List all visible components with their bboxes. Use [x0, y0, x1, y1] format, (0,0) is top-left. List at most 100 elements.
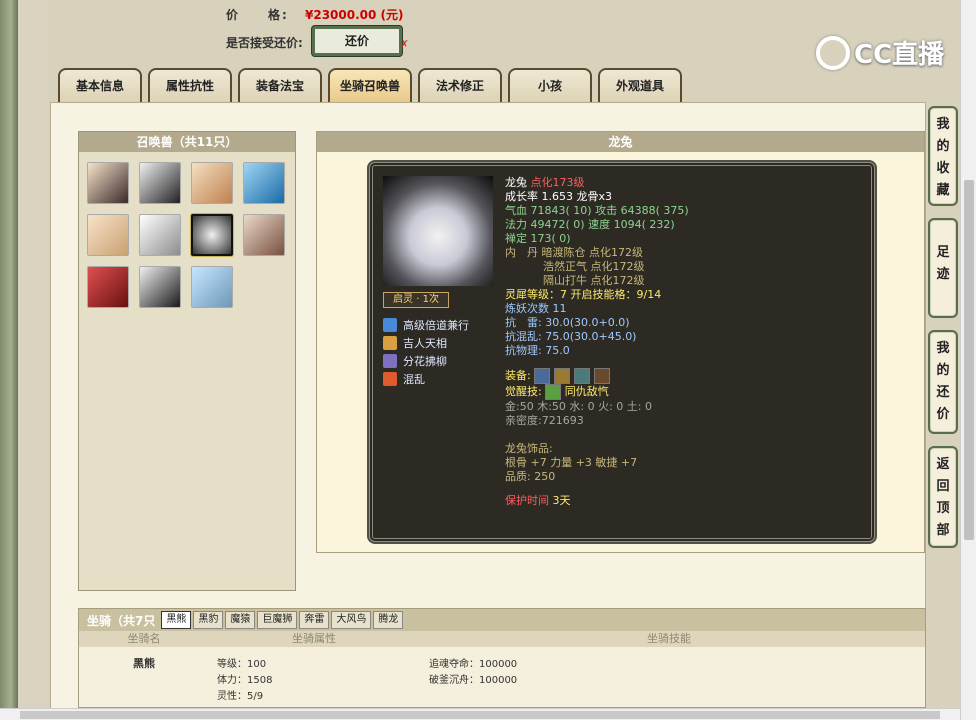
price-label: 价 格:	[226, 8, 289, 22]
skill-item[interactable]: 混乱	[383, 370, 469, 388]
scrollbar-thumb[interactable]	[964, 180, 974, 540]
history-label: 足迹	[936, 245, 950, 282]
intimacy: 亲密度:721693	[505, 414, 584, 427]
equip-icon[interactable]	[554, 368, 571, 384]
atk-label: 攻击	[595, 204, 618, 217]
tab-basic-info[interactable]: 基本信息	[58, 68, 142, 102]
left-frame-border	[0, 0, 18, 720]
summon-avatar[interactable]	[243, 214, 285, 256]
summon-avatar[interactable]	[87, 266, 129, 308]
mount-tab[interactable]: 魔猿	[225, 611, 256, 629]
summon-detail-panel: 龙兔 启灵 · 1次 高级倍道兼行 吉人天相 分花拂柳 混乱 龙兔 点化173级…	[316, 131, 925, 553]
skill-name: 分花拂柳	[403, 355, 447, 368]
summon-avatar[interactable]	[139, 162, 181, 204]
equip-icon[interactable]	[574, 368, 591, 384]
tab-spell-correction[interactable]: 法术修正	[418, 68, 502, 102]
skill-name: 吉人天相	[403, 337, 447, 350]
resist-thunder: 抗 雷: 30.0(30.0+0.0)	[505, 316, 630, 329]
history-button[interactable]: 足迹	[928, 218, 958, 318]
cc-live-logo: CC直播	[816, 34, 944, 71]
mount-tab[interactable]: 大风鸟	[331, 611, 372, 629]
skill-icon	[383, 354, 397, 368]
mount-tabs: 坐骑（共7只 黑熊 黑豹 魔猿 巨魔狮 奔雷 大风鸟 腾龙	[79, 609, 925, 631]
my-counter-offers-label: 我的还价	[936, 341, 950, 422]
mount-tab[interactable]: 巨魔狮	[257, 611, 298, 629]
summon-avatar[interactable]	[139, 214, 181, 256]
hp-value: 71843( 10)	[530, 204, 592, 217]
growth-rate: 成长率 1.653 龙骨x3	[505, 190, 612, 203]
mount-tab[interactable]: 奔雷	[299, 611, 330, 629]
skill-list: 高级倍道兼行 吉人天相 分花拂柳 混乱	[383, 316, 469, 388]
equip-icon[interactable]	[594, 368, 611, 384]
summon-avatar[interactable]	[243, 162, 285, 204]
mount-row: 黑熊 等级：100 体力：1508 灵性：5/9 追魂夺命：100000 破釜沉…	[79, 647, 925, 707]
price-value: ¥23000.00 (元)	[305, 8, 404, 22]
mount-spirit: 灵性：5/9	[217, 691, 264, 702]
elements: 金:50 木:50 水: 0 火: 0 土: 0	[505, 400, 652, 413]
vertical-scrollbar[interactable]	[960, 0, 976, 720]
mp-label: 法力	[505, 218, 527, 231]
ornament-title: 龙兔饰品:	[505, 442, 553, 455]
pet-stats: 龙兔 点化173级 成长率 1.653 龙骨x3 气血 71843( 10) 攻…	[505, 176, 689, 508]
summon-avatar[interactable]	[191, 162, 233, 204]
col-mount-skill: 坐骑技能	[647, 632, 691, 645]
summon-avatar[interactable]	[191, 266, 233, 308]
spd-label: 速度	[588, 218, 611, 231]
skill-item[interactable]: 分花拂柳	[383, 352, 469, 370]
col-mount-attr: 坐骑属性	[292, 632, 336, 645]
skill-icon	[383, 318, 397, 332]
ornament-quality: 品质: 250	[505, 470, 556, 483]
col-mount-name: 坐骑名	[127, 632, 161, 645]
mount-level: 等级：100	[217, 659, 267, 670]
left-frame-inner	[18, 0, 48, 720]
summon-avatar[interactable]	[87, 214, 129, 256]
tab-attributes[interactable]: 属性抗性	[148, 68, 232, 102]
awaken-label: 觉醒技:	[505, 385, 542, 398]
skill-item[interactable]: 高级倍道兼行	[383, 316, 469, 334]
skill-icon	[383, 372, 397, 386]
mount-name: 黑熊	[133, 657, 155, 670]
horizontal-scrollbar[interactable]	[0, 708, 960, 720]
mount-panel: 坐骑（共7只 黑熊 黑豹 魔猿 巨魔狮 奔雷 大风鸟 腾龙 坐骑名 坐骑属性 坐…	[78, 608, 926, 708]
summon-avatar[interactable]	[87, 162, 129, 204]
mount-table-header: 坐骑名 坐骑属性 坐骑技能	[79, 631, 925, 647]
inner-core-1: 暗渡陈仓 点化172级	[541, 246, 644, 259]
mount-tab[interactable]: 黑豹	[193, 611, 224, 629]
equip-icons	[534, 368, 611, 384]
accept-counter-label: 是否接受还价:	[226, 36, 303, 50]
back-to-top-button[interactable]: 返回顶部	[928, 446, 958, 548]
skill-item[interactable]: 吉人天相	[383, 334, 469, 352]
skill-name: 混乱	[403, 373, 425, 386]
summon-list-title: 召唤兽（共11只）	[79, 132, 295, 152]
logo-text: CC直播	[854, 40, 945, 70]
mount-tab[interactable]: 腾龙	[373, 611, 404, 629]
protect-label: 保护时间	[505, 494, 549, 507]
tab-appearance[interactable]: 外观道具	[598, 68, 682, 102]
inner-core-2: 浩然正气 点化172级	[543, 260, 645, 273]
mount-skill-1: 追魂夺命：100000	[429, 659, 518, 670]
detail-card: 启灵 · 1次 高级倍道兼行 吉人天相 分花拂柳 混乱 龙兔 点化173级 成长…	[369, 162, 875, 542]
pet-portrait	[383, 176, 493, 286]
summon-grid	[79, 152, 295, 318]
inner-core-label: 内 丹	[505, 246, 538, 259]
tab-child[interactable]: 小孩	[508, 68, 592, 102]
summon-avatar-selected[interactable]	[191, 214, 233, 256]
awaken-skill-name: 同仇敌忾	[564, 385, 609, 398]
ornament-stats: 根骨 +7 力量 +3 敏捷 +7	[505, 456, 638, 469]
counter-offer-button[interactable]: 还价 ✗	[312, 26, 409, 56]
my-favorites-button[interactable]: 我的收藏	[928, 106, 958, 206]
summon-avatar[interactable]	[139, 266, 181, 308]
resist-physical: 抗物理: 75.0	[505, 344, 570, 357]
tab-equipment[interactable]: 装备法宝	[238, 68, 322, 102]
hscrollbar-thumb[interactable]	[20, 711, 940, 719]
skill-name: 高级倍道兼行	[403, 319, 469, 332]
awaken-skill-icon[interactable]	[545, 384, 562, 400]
mount-skill-2: 破釜沉舟：100000	[429, 675, 518, 686]
my-counter-offers-button[interactable]: 我的还价	[928, 330, 958, 434]
equip-icon[interactable]	[534, 368, 551, 384]
mount-tab[interactable]: 黑熊	[161, 611, 192, 629]
def-label: 禅定	[505, 232, 527, 245]
protect-value: 3天	[552, 494, 571, 507]
hp-label: 气血	[505, 204, 527, 217]
tab-mounts-summons[interactable]: 坐骑召唤兽	[328, 68, 412, 102]
